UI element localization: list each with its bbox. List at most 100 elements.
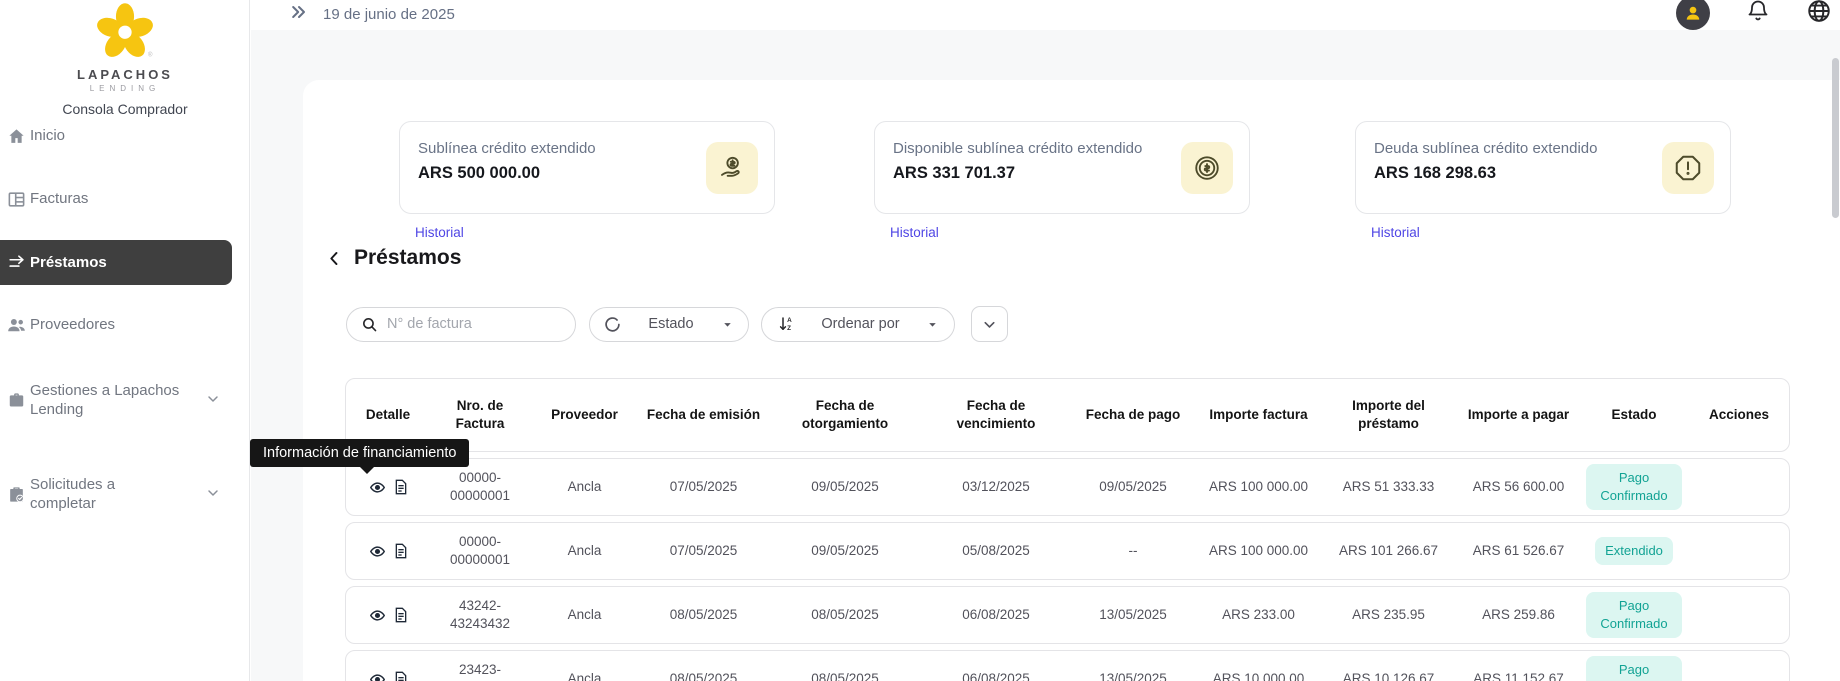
status-circle-icon (604, 316, 621, 333)
cell-importe-pagar: ARS 61 526.67 (1456, 542, 1581, 560)
briefcase-icon (5, 389, 27, 411)
brand-name: LAPACHOS (0, 67, 250, 82)
cell-importe-pagar: ARS 56 600.00 (1456, 478, 1581, 496)
sidebar-item-prestamos[interactable]: Préstamos (0, 240, 232, 285)
scrollbar-thumb[interactable] (1832, 58, 1839, 218)
cell-importe-pagar: ARS 11 152.67 (1456, 670, 1581, 681)
sidebar-item-facturas[interactable]: Facturas (0, 177, 250, 221)
estado-filter-dropdown[interactable]: Estado (589, 307, 749, 342)
user-avatar-icon[interactable] (1676, 0, 1710, 30)
chevron-left-icon[interactable] (325, 249, 344, 268)
sort-az-icon: AZ (777, 315, 795, 333)
table-row: 00000-00000001 Ancla 07/05/2025 09/05/20… (345, 522, 1790, 580)
eye-icon[interactable] (369, 671, 386, 681)
globe-icon[interactable] (1806, 0, 1832, 29)
caret-down-icon (926, 318, 939, 331)
ordenar-por-label: Ordenar por (821, 316, 899, 332)
card-sublinea-credito: Sublínea crédito extendido ARS 500 000.0… (399, 121, 775, 214)
sidebar-item-label: Solicitudes a completar (30, 475, 180, 514)
eye-icon[interactable] (369, 479, 386, 496)
sidebar-item-label: Facturas (30, 189, 180, 209)
tooltip-text: Información de financiamiento (263, 445, 456, 461)
document-icon[interactable] (394, 543, 408, 559)
topbar: 19 de junio de 2025 (251, 0, 1840, 30)
document-icon[interactable] (394, 607, 408, 623)
vertical-scrollbar[interactable] (1832, 0, 1839, 681)
cell-proveedor: Ancla (530, 542, 639, 560)
home-icon (5, 125, 27, 147)
col-header-fecha-emision: Fecha de emisión (639, 406, 768, 424)
eye-icon[interactable] (369, 607, 386, 624)
sidebar-item-inicio[interactable]: Inicio (0, 114, 250, 158)
brand-logo: ® LAPACHOS LENDING Consola Comprador (0, 2, 250, 117)
double-chevron-right-icon[interactable] (289, 2, 309, 27)
search-input[interactable] (387, 316, 547, 332)
card-deuda-sublinea: Deuda sublínea crédito extendido ARS 168… (1355, 121, 1731, 214)
col-header-nro-factura: Nro. de Factura (430, 397, 530, 432)
cell-proveedor: Ancla (530, 478, 639, 496)
status-badge: Extendido (1595, 537, 1673, 565)
chevron-down-icon[interactable] (205, 485, 223, 503)
cell-nro-factura: 00000-00000001 (430, 469, 530, 505)
document-icon[interactable] (394, 671, 408, 681)
historial-link[interactable]: Historial (1371, 225, 1420, 240)
cell-fecha-otorgamiento: 08/05/2025 (768, 606, 922, 624)
status-badge: Pago Confirmado (1586, 592, 1682, 637)
ordenar-por-dropdown[interactable]: AZ Ordenar por (761, 307, 955, 342)
breadcrumb: 19 de junio de 2025 (289, 2, 455, 27)
sidebar-item-solicitudes[interactable]: Solicitudes a completar (0, 464, 250, 524)
cell-importe-factura: ARS 233.00 (1196, 606, 1321, 624)
cell-nro-factura: 23423-23423432 (430, 661, 530, 681)
document-icon[interactable] (394, 479, 408, 495)
chevron-down-icon[interactable] (205, 391, 223, 409)
cell-fecha-vencimiento: 06/08/2025 (922, 670, 1070, 681)
cell-fecha-pago: -- (1070, 542, 1196, 560)
cell-fecha-pago: 09/05/2025 (1070, 478, 1196, 496)
brand-subtitle: LENDING (0, 84, 250, 93)
col-header-fecha-vencimiento: Fecha de vencimiento (922, 397, 1070, 432)
cell-importe-factura: ARS 100 000.00 (1196, 542, 1321, 560)
sidebar-item-partial[interactable] (0, 666, 250, 681)
section-header: Préstamos (325, 246, 461, 270)
coin-icon (5, 677, 27, 681)
cell-fecha-emision: 07/05/2025 (639, 542, 768, 560)
people-icon (5, 314, 27, 336)
alert-octagon-icon (1662, 142, 1714, 194)
col-header-importe-prestamo: Importe del préstamo (1321, 397, 1456, 432)
caret-down-icon (721, 318, 734, 331)
historial-link[interactable]: Historial (415, 225, 464, 240)
col-header-proveedor: Proveedor (530, 406, 639, 424)
svg-text:®: ® (148, 51, 153, 58)
col-header-fecha-pago: Fecha de pago (1070, 406, 1196, 424)
invoice-search-field[interactable] (346, 307, 576, 342)
eye-icon[interactable] (369, 543, 386, 560)
col-header-detalle: Detalle (346, 406, 430, 424)
clipboard-check-icon (5, 483, 27, 505)
sidebar-item-label: Proveedores (30, 315, 180, 335)
topbar-icons (1676, 0, 1832, 30)
table-row: 23423-23423432 Ancla 08/05/2025 08/05/20… (345, 650, 1790, 681)
cell-fecha-vencimiento: 06/08/2025 (922, 606, 1070, 624)
bell-icon[interactable] (1746, 0, 1770, 28)
svg-text:Z: Z (787, 325, 791, 332)
historial-link[interactable]: Historial (890, 225, 939, 240)
card-title: Deuda sublínea crédito extendido (1374, 139, 1624, 159)
sidebar-item-gestiones[interactable]: Gestiones a Lapachos Lending (0, 370, 250, 430)
card-disponible-sublinea: Disponible sublínea crédito extendido AR… (874, 121, 1250, 214)
cell-fecha-otorgamiento: 09/05/2025 (768, 542, 922, 560)
cell-fecha-emision: 07/05/2025 (639, 478, 768, 496)
table-row: 00000-00000001 Ancla 07/05/2025 09/05/20… (345, 458, 1790, 516)
status-badge: Pago Confirmado (1586, 464, 1682, 509)
col-header-estado: Estado (1581, 406, 1687, 424)
table-row: 43242-43243432 Ancla 08/05/2025 08/05/20… (345, 586, 1790, 644)
filters-bar: Estado AZ Ordenar por (346, 306, 1008, 342)
lapachos-flower-icon: ® (96, 47, 154, 64)
cell-nro-factura: 00000-00000001 (430, 533, 530, 569)
sidebar-item-proveedores[interactable]: Proveedores (0, 303, 250, 347)
cell-nro-factura: 43242-43243432 (430, 597, 530, 633)
app-window: ® LAPACHOS LENDING Consola Comprador Ini… (0, 0, 1840, 681)
cell-fecha-vencimiento: 05/08/2025 (922, 542, 1070, 560)
more-filters-button[interactable] (971, 306, 1008, 342)
svg-text:A: A (787, 317, 792, 324)
cell-fecha-vencimiento: 03/12/2025 (922, 478, 1070, 496)
